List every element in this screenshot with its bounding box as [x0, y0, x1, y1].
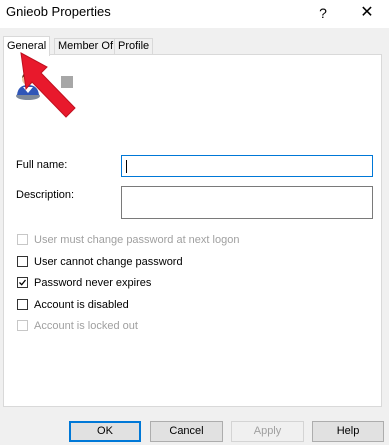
description-input[interactable] [121, 186, 373, 219]
dialog-client-area: General Member Of Profile Full name: Des… [0, 28, 389, 445]
tab-member-of[interactable]: Member Of [54, 38, 118, 54]
option-label: User must change password at next logon [34, 234, 240, 246]
text-caret [126, 160, 127, 173]
checkbox-account-locked-out[interactable] [17, 320, 28, 331]
title-bar: Gnieob Properties ? ✕ [0, 0, 389, 28]
checkbox-account-disabled[interactable] [17, 299, 28, 310]
full-name-label: Full name: [16, 159, 68, 171]
window-title: Gnieob Properties [6, 4, 111, 19]
ok-button[interactable]: OK [69, 421, 141, 442]
cancel-button[interactable]: Cancel [150, 421, 223, 442]
checkbox-cannot-change-password[interactable] [17, 256, 28, 267]
option-label: Account is locked out [34, 320, 138, 332]
tab-profile[interactable]: Profile [114, 38, 154, 54]
checkmark-icon [19, 279, 26, 286]
general-tab-panel: Full name: Description: User must change… [3, 54, 382, 407]
tab-general[interactable]: General [3, 36, 51, 56]
help-button[interactable]: Help [312, 421, 384, 442]
option-label: Account is disabled [34, 299, 129, 311]
description-label: Description: [16, 189, 75, 201]
apply-button[interactable]: Apply [231, 421, 304, 442]
user-name-field [61, 76, 73, 88]
user-account-icon [16, 72, 40, 100]
checkbox-password-never-expires[interactable] [17, 277, 28, 288]
full-name-input[interactable] [121, 155, 373, 177]
option-label: User cannot change password [34, 256, 183, 268]
checkbox-must-change-password[interactable] [17, 234, 28, 245]
close-icon[interactable]: ✕ [353, 2, 381, 24]
help-icon[interactable]: ? [311, 2, 335, 24]
option-label: Password never expires [34, 277, 152, 289]
